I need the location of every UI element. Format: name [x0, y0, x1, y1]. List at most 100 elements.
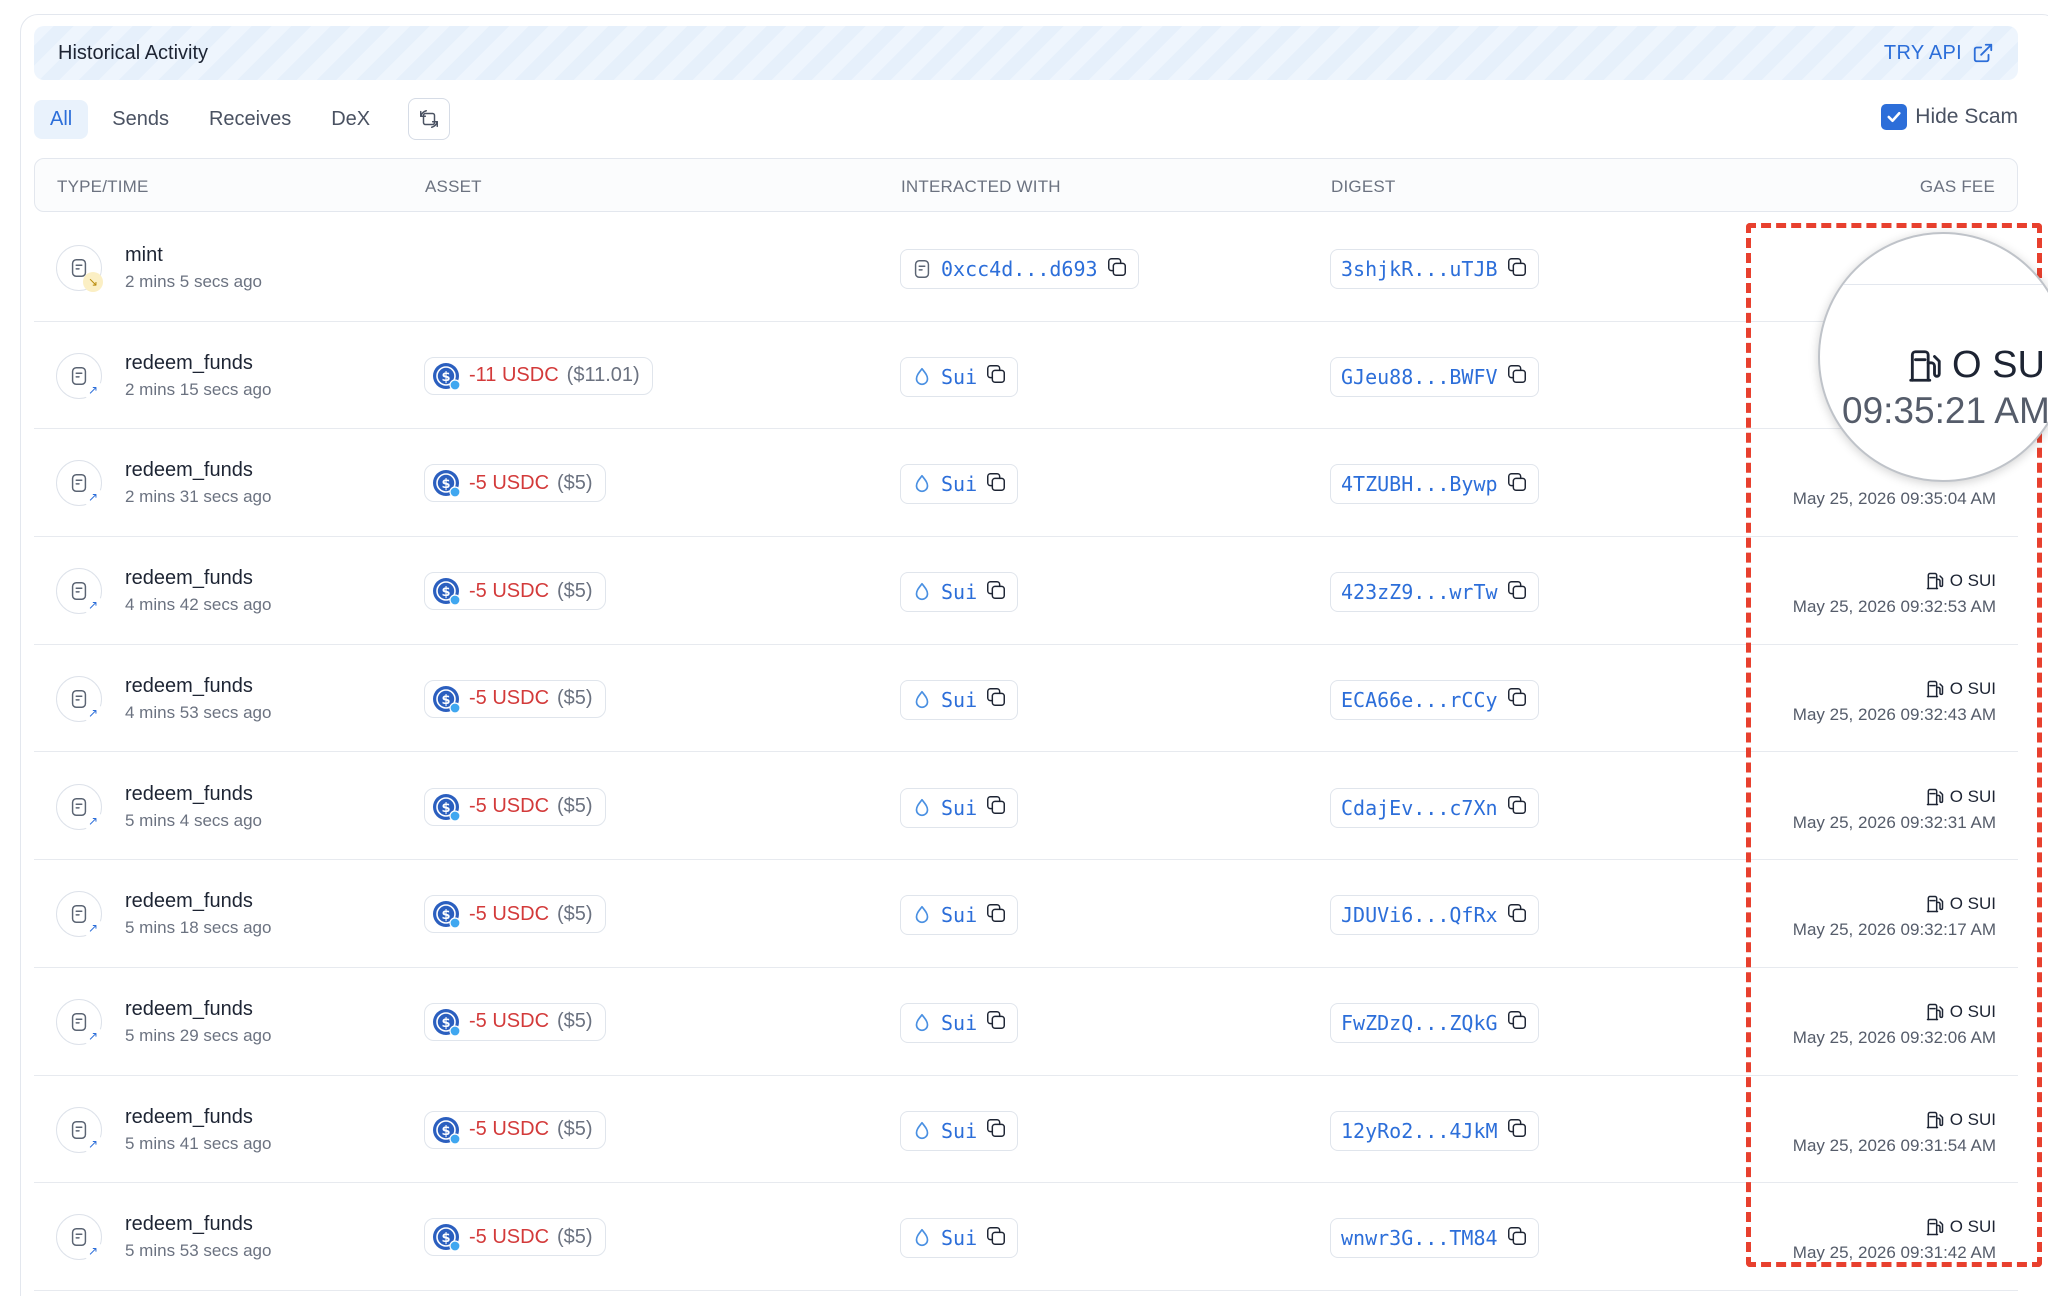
hide-scam-checkbox[interactable]: [1881, 104, 1908, 130]
try-api-link[interactable]: TRY API: [1884, 42, 1994, 65]
table-row[interactable]: ↗ redeem_funds 5 mins 53 secs ago $ -5 USDC (…: [34, 1183, 2018, 1291]
usdc-coin-icon: $: [431, 899, 461, 929]
tx-timestamp: May 25, 2026 09:35:04 AM: [1792, 489, 1996, 509]
tx-relative-time: 5 mins 53 secs ago: [125, 1241, 272, 1261]
copy-button[interactable]: [1506, 471, 1528, 498]
copy-button[interactable]: [1506, 902, 1528, 929]
digest-chip[interactable]: GJeu88...BWFV: [1330, 356, 1539, 397]
copy-icon: [1507, 472, 1526, 491]
usdc-coin-icon: $: [431, 1007, 461, 1037]
asset-usd-value: ($5): [557, 795, 593, 817]
copy-button[interactable]: [1506, 1225, 1528, 1252]
asset-usd-value: ($11.01): [566, 364, 640, 387]
interacted-with-chip[interactable]: Sui: [900, 464, 1019, 505]
digest-value: ECA66e...rCCy: [1341, 687, 1498, 712]
copy-icon: [1507, 580, 1526, 599]
copy-button[interactable]: [1506, 256, 1528, 283]
copy-button[interactable]: [1506, 1117, 1528, 1144]
copy-button[interactable]: [985, 686, 1007, 713]
table-row[interactable]: ↗ redeem_funds 4 mins 53 secs ago $ -5 USDC (…: [34, 645, 2018, 753]
interacted-with-chip[interactable]: Sui: [900, 1002, 1019, 1043]
tab-sends[interactable]: Sends: [96, 100, 185, 139]
tx-relative-time: 2 mins 31 secs ago: [125, 487, 272, 507]
gas-fee-value: O SUI: [1949, 571, 1996, 591]
document-icon: [914, 260, 930, 278]
interacted-with-chip[interactable]: Sui: [900, 1110, 1019, 1151]
copy-button[interactable]: [985, 471, 1007, 498]
copy-button[interactable]: [985, 1117, 1007, 1144]
digest-value: GJeu88...BWFV: [1341, 364, 1498, 389]
tab-receives[interactable]: Receives: [193, 100, 307, 139]
tab-all[interactable]: All: [34, 99, 89, 139]
activity-tabs: All Sends Receives DeX: [34, 98, 451, 140]
asset-usd-value: ($5): [557, 1118, 593, 1141]
interacted-with-value: Sui: [941, 1226, 978, 1251]
tx-type-icon: ↘: [56, 245, 103, 292]
copy-icon: [1507, 903, 1526, 922]
digest-chip[interactable]: ECA66e...rCCy: [1330, 679, 1539, 720]
interacted-with-chip[interactable]: Sui: [900, 679, 1019, 720]
copy-button[interactable]: [985, 1225, 1007, 1252]
tx-relative-time: 2 mins 5 secs ago: [125, 272, 263, 291]
digest-chip[interactable]: 4TZUBH...Bywp: [1330, 464, 1539, 505]
tx-timestamp: May 25, 2026 09:32:43 AM: [1792, 704, 1996, 724]
gas-fee: O SUI: [1925, 1110, 1996, 1130]
table-row[interactable]: ↗ redeem_funds 5 mins 18 secs ago $ -5 USDC (…: [34, 860, 2018, 968]
table-row[interactable]: ↗ redeem_funds 4 mins 42 secs ago $ -5 USDC (…: [34, 537, 2018, 645]
tx-type-icon: ↗: [56, 1106, 103, 1154]
table-row[interactable]: ↗ redeem_funds 5 mins 4 secs ago $ -5 USDC ($…: [34, 753, 2018, 861]
interacted-with-value: Sui: [941, 472, 978, 497]
copy-button[interactable]: [985, 794, 1007, 821]
interacted-with-chip[interactable]: Sui: [900, 356, 1019, 397]
copy-button[interactable]: [1106, 256, 1128, 283]
digest-chip[interactable]: 12yRo2...4JkM: [1330, 1110, 1539, 1151]
copy-button[interactable]: [985, 363, 1007, 390]
tx-timestamp: May 25, 2026 09:31:54 AM: [1792, 1135, 1996, 1155]
copy-button[interactable]: [1506, 794, 1528, 821]
interacted-with-chip[interactable]: Sui: [900, 1218, 1019, 1259]
interacted-with-chip[interactable]: 0xcc4d...d693: [900, 249, 1139, 289]
asset-pill: $ -5 USDC ($5): [424, 1110, 606, 1149]
copy-button[interactable]: [985, 1009, 1007, 1036]
hide-scam-toggle[interactable]: Hide Scam: [1881, 104, 2018, 130]
copy-button[interactable]: [985, 902, 1007, 929]
copy-button[interactable]: [1506, 686, 1528, 713]
digest-chip[interactable]: CdajEv...c7Xn: [1330, 787, 1539, 828]
asset-pill: $ -11 USDC ($11.01): [424, 356, 653, 395]
column-type-time: TYPE/TIME: [57, 177, 149, 196]
table-row[interactable]: ↗ redeem_funds 5 mins 29 secs ago $ -5 USDC (…: [34, 968, 2018, 1076]
digest-chip[interactable]: 3shjkR...uTJB: [1330, 249, 1539, 289]
digest-chip[interactable]: JDUVi6...QfRx: [1330, 895, 1539, 936]
digest-chip[interactable]: 423zZ9...wrTw: [1330, 572, 1539, 613]
table-row[interactable]: ↗ redeem_funds 2 mins 15 secs ago $ -11 USDC…: [34, 322, 2018, 430]
digest-chip[interactable]: FwZDzQ...ZQkG: [1330, 1002, 1539, 1043]
interacted-with-chip[interactable]: Sui: [900, 895, 1019, 936]
asset-amount: -5 USDC: [469, 1010, 550, 1033]
asset-usd-value: ($5): [557, 471, 593, 494]
table-row[interactable]: ↗ redeem_funds 5 mins 41 secs ago $ -5 USDC (…: [34, 1076, 2018, 1184]
interacted-with-chip[interactable]: Sui: [900, 572, 1019, 613]
table-row[interactable]: ↘ mint 2 mins 5 secs ago 0xcc4d...d693 3shjk…: [34, 214, 2018, 322]
asset-amount: -5 USDC: [469, 902, 550, 925]
gas-fee: O SUI: [1925, 894, 1996, 914]
copy-button[interactable]: [1506, 579, 1528, 606]
column-asset: ASSET: [425, 177, 482, 196]
copy-button[interactable]: [985, 579, 1007, 606]
digest-chip[interactable]: wnwr3G...TM84: [1330, 1218, 1539, 1259]
copy-button[interactable]: [1506, 363, 1528, 390]
asset-amount: -5 USDC: [469, 795, 550, 817]
interacted-with-chip[interactable]: Sui: [900, 787, 1019, 828]
refresh-button[interactable]: [408, 98, 451, 140]
tx-function-name: redeem_funds: [125, 674, 253, 697]
magnifier-divider: [1820, 284, 2048, 285]
tx-function-name: mint: [125, 244, 163, 266]
tx-type-icon: ↗: [56, 1214, 103, 1262]
copy-button[interactable]: [1506, 1009, 1528, 1036]
copy-icon: [987, 1119, 1006, 1138]
table-row[interactable]: ↗ redeem_funds 2 mins 31 secs ago $ -5 USDC (…: [34, 429, 2018, 538]
gas-fee-value: O SUI: [1949, 1001, 1996, 1021]
asset-usd-value: ($5): [557, 1010, 593, 1033]
interacted-with-value: Sui: [941, 795, 978, 820]
tx-timestamp: May 25, 2026 09:32:17 AM: [1792, 920, 1996, 940]
tab-dex[interactable]: DeX: [315, 100, 386, 139]
